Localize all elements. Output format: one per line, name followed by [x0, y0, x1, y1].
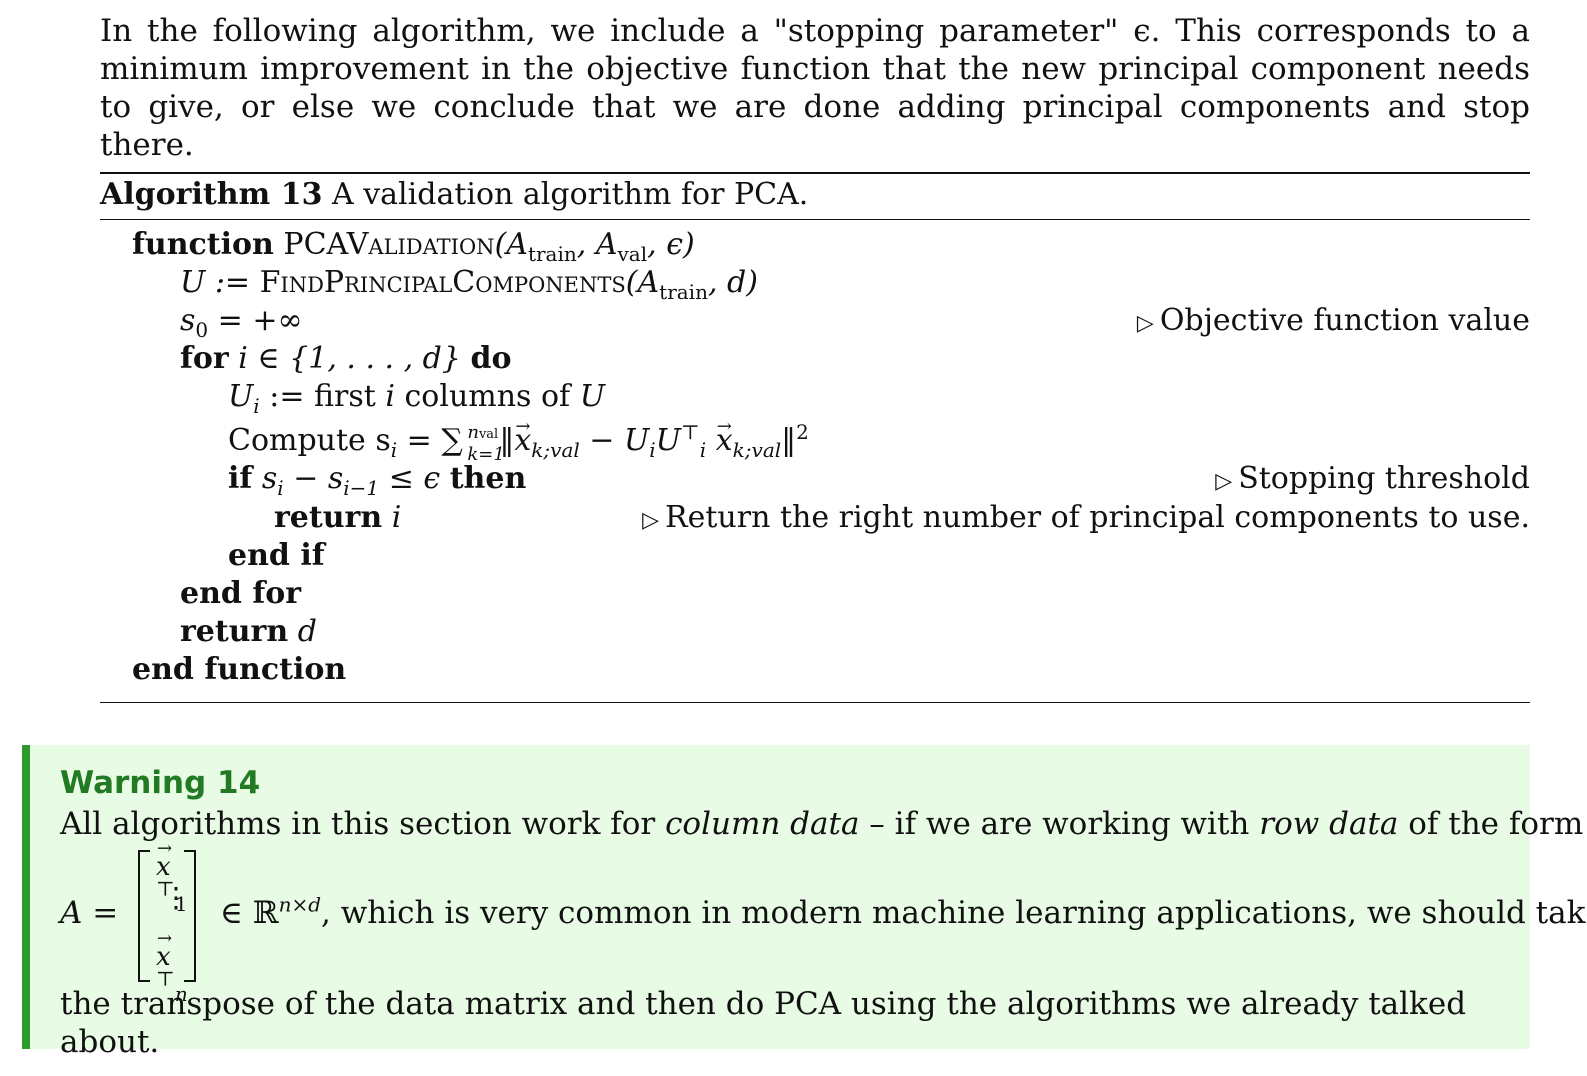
algorithm-caption: Algorithm 13 A validation algorithm for …: [100, 176, 808, 214]
u-assign: U :=: [180, 265, 260, 300]
x-sub-1: k;val: [531, 438, 580, 462]
matrix-lhs: A =: [60, 895, 119, 931]
comment-triangle-icon: ▷: [642, 508, 660, 533]
sub-train: train: [527, 242, 577, 266]
minus-u: − U: [579, 423, 650, 458]
matrix-left-bracket: [138, 850, 150, 982]
keyword-if: if: [228, 461, 253, 496]
norm-square: 2: [796, 420, 809, 444]
alg-line-endfunction: end function: [132, 651, 346, 689]
algorithm-bottom-rule: [100, 702, 1530, 703]
matrix-rhs: ∈ ℝn×d, which is very common in modern m…: [220, 895, 1587, 931]
if-leq-eps: ≤ ϵ: [379, 461, 450, 496]
if-minus-s: − s: [283, 461, 344, 496]
norm-close: ‖: [781, 423, 797, 458]
keyword-for: for: [180, 341, 229, 376]
compute-label: Compute s: [228, 423, 391, 458]
find-pc-args-end: , d): [707, 265, 758, 300]
ui-var: U: [228, 379, 254, 414]
matrix-in-r: ∈ ℝ: [220, 895, 279, 931]
keyword-do: do: [470, 341, 512, 376]
matrix-rhs-text: , which is very common in modern machine…: [321, 895, 1587, 931]
vec-x: x: [514, 408, 531, 460]
if-s: s: [252, 461, 278, 496]
s0-rhs: = +∞: [208, 303, 303, 338]
function-args-sep: , A: [576, 227, 618, 262]
comment-stopping-text: Stopping threshold: [1238, 461, 1530, 496]
alg-line-endif: end if: [228, 537, 325, 575]
alg-line-compute: Compute si = ∑nvalk=1‖xk;val − UiU⊤i xk;…: [228, 408, 809, 465]
find-pc-args: (A: [625, 265, 660, 300]
keyword-endif: end if: [228, 538, 325, 573]
algorithm-label: Algorithm 13: [100, 177, 323, 212]
u-transpose: U: [655, 423, 681, 458]
function-args: (A: [494, 227, 528, 262]
alg-line-return-d: return d: [180, 613, 317, 651]
comment-objective-text: Objective function value: [1159, 303, 1530, 338]
comment-triangle-icon: ▷: [1136, 311, 1154, 336]
alg-line-for: for i ∈ {1, . . . , d} do: [180, 340, 512, 378]
keyword-endfor: end for: [180, 576, 302, 611]
warning-text-b: – if we are working with: [859, 806, 1260, 842]
return-d: d: [288, 614, 317, 649]
algorithm-mid-rule: [100, 219, 1530, 220]
warning-em-column: column data: [665, 806, 860, 842]
ui-columns: columns of: [394, 379, 580, 414]
sub-train-2: train: [659, 280, 708, 304]
comment-return: ▷ Return the right number of principal co…: [642, 499, 1530, 540]
matrix-row-1-x: x: [156, 838, 172, 882]
comment-objective: ▷ Objective function value: [1137, 302, 1530, 343]
matrix-vdots: ⋮: [162, 881, 190, 914]
u-transpose-sup: ⊤: [680, 420, 700, 444]
alg-line-endfor: end for: [180, 575, 301, 613]
warning-text-c: of the form: [1398, 806, 1584, 842]
warning-title: Warning 14: [60, 765, 261, 801]
alg-line-ui: Ui := first i columns of U: [228, 378, 605, 416]
comment-triangle-icon: ▷: [1215, 469, 1233, 494]
keyword-return-2: return: [180, 614, 289, 649]
warning-line-3: the transpose of the data matrix and the…: [60, 986, 1467, 1060]
alg-line-return-i: return i: [274, 499, 401, 537]
comment-return-text: Return the right number of principal com…: [665, 500, 1530, 535]
sub-val: val: [617, 242, 648, 266]
warning-line-1: All algorithms in this section work for …: [60, 805, 1583, 843]
alg-line-s0: s0 = +∞: [180, 302, 302, 340]
sum-symbol: ∑: [441, 423, 463, 458]
alg-line-u: U := FindPrincipalComponents(Atrain, d): [180, 264, 758, 302]
find-pc-name: FindPrincipalComponents: [259, 265, 626, 300]
function-args-end: , ϵ): [647, 227, 695, 262]
ui-assign: := first: [259, 379, 386, 414]
compute-eq: =: [397, 423, 442, 458]
s0-sub: 0: [195, 318, 209, 342]
keyword-endfunction: end function: [132, 652, 347, 687]
comment-stopping: ▷ Stopping threshold: [1215, 460, 1530, 501]
keyword-return: return: [274, 500, 383, 535]
function-name: PCAValidation: [283, 227, 495, 262]
return-i: i: [382, 500, 402, 535]
intro-paragraph: In the following algorithm, we include a…: [100, 13, 1530, 163]
if-sub-2: i−1: [343, 476, 380, 500]
keyword-function: function: [132, 227, 274, 262]
warning-text-a: All algorithms in this section work for: [60, 806, 666, 842]
warning-em-row: row data: [1259, 806, 1399, 842]
warning-box: Warning 14 All algorithms in this sectio…: [22, 745, 1587, 1060]
x-sub-2: k;val: [732, 438, 782, 462]
for-condition: i ∈ {1, . . . , d}: [228, 341, 471, 376]
warning-matrix-line: A = x⊤1 ⋮ x⊤n ∈ ℝn×d, which is very comm…: [60, 838, 1587, 1004]
u-transpose-sub: i: [699, 438, 707, 462]
alg-line-if: if si − si−1 ≤ ϵ then: [228, 460, 526, 498]
matrix-dim: n×d: [278, 892, 322, 917]
matrix-row-n-x: x: [156, 928, 172, 972]
vec-x-2: x: [716, 408, 733, 460]
summation: ∑ nval k=1: [441, 422, 504, 465]
keyword-then: then: [449, 461, 527, 496]
matrix: x⊤1 ⋮ x⊤n: [138, 838, 196, 1004]
algorithm-top-rule: [100, 172, 1530, 174]
s0-var: s: [180, 303, 196, 338]
algorithm-title: A validation algorithm for PCA.: [332, 177, 809, 212]
ui-i: i: [385, 379, 395, 414]
alg-line-function: function PCAValidation(Atrain, Aval, ϵ): [132, 226, 695, 264]
ui-u: U: [579, 379, 605, 414]
